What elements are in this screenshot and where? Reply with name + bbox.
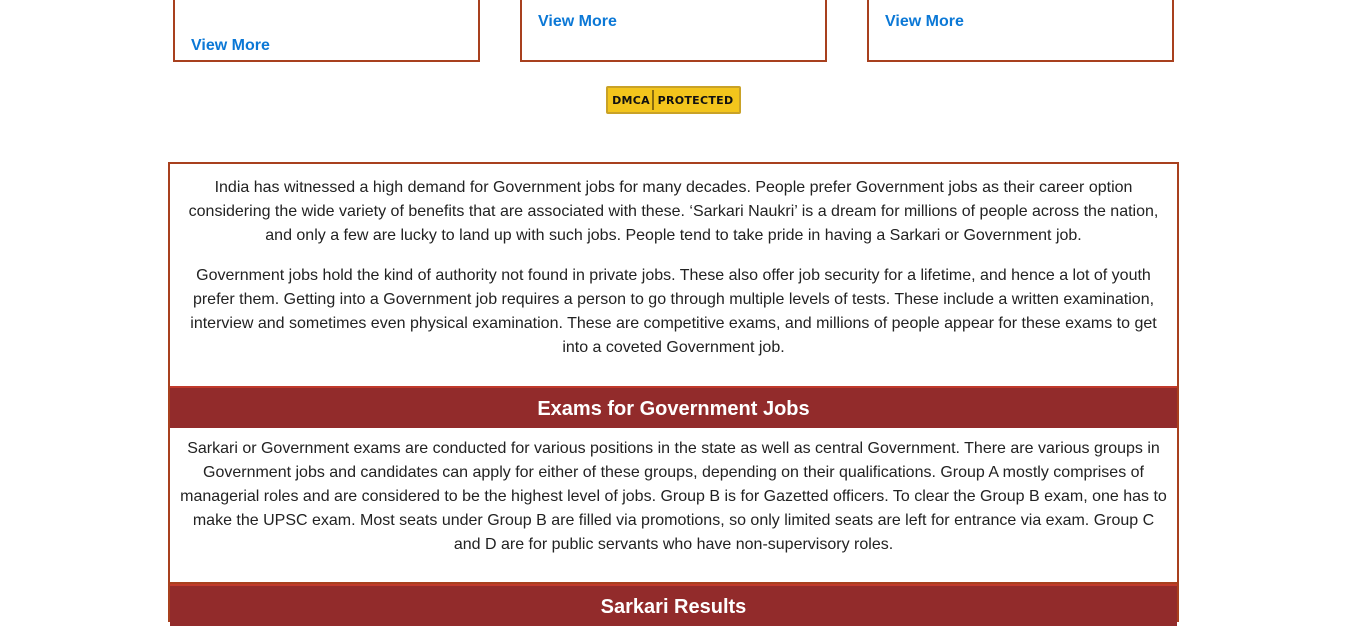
section-heading-results: Sarkari Results [170,584,1177,626]
dmca-badge-left-text: DMCA [610,90,654,110]
intro-section: India has witnessed a high demand for Go… [170,164,1177,360]
view-more-link[interactable]: View More [191,37,270,55]
dmca-badge-right-text: PROTECTED [657,93,734,107]
intro-paragraph-1: India has witnessed a high demand for Go… [188,179,1159,244]
view-more-link[interactable]: View More [538,13,617,31]
section-heading-exams: Exams for Government Jobs [170,386,1177,428]
intro-paragraph-2: Government jobs hold the kind of authori… [190,267,1157,356]
view-more-link[interactable]: View More [885,13,964,31]
job-card-1: View More [173,0,480,62]
dmca-protected-badge[interactable]: DMCA PROTECTED [606,86,741,114]
main-content-box: India has witnessed a high demand for Go… [168,162,1179,626]
job-card-2: View More [520,0,827,62]
job-card-3: View More [867,0,1174,62]
section-body-exams: Sarkari or Government exams are conducte… [170,428,1177,584]
